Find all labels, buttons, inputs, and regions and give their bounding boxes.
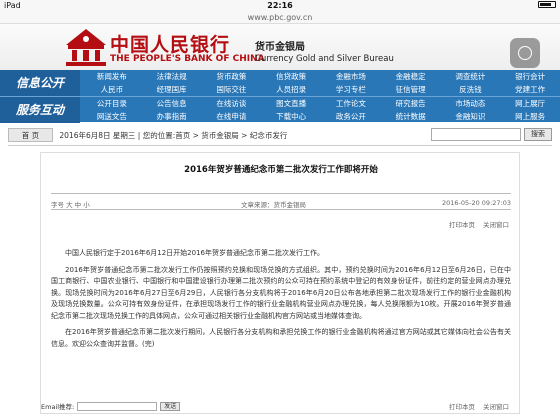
- nav-section-info[interactable]: 信息公开: [0, 70, 80, 96]
- nav-item[interactable]: 工作论文: [321, 97, 381, 110]
- nav-item[interactable]: 货币政策: [202, 70, 262, 83]
- nav-item[interactable]: 反洗钱: [441, 83, 501, 96]
- nav-item[interactable]: 市场动态: [441, 97, 501, 110]
- print-link-bottom[interactable]: 打印本页: [449, 401, 475, 411]
- article-tools-bottom: 打印本页 关闭窗口: [449, 401, 509, 411]
- nav-item[interactable]: 人员招录: [261, 83, 321, 96]
- article-date: 2016-05-20 09:27:03: [441, 199, 511, 207]
- paragraph: 在2016年贺岁普通纪念币第二批次发行期间，人民银行各分支机构和承担兑换工作的银…: [51, 328, 511, 348]
- divider: [51, 193, 511, 194]
- nav-item[interactable]: 在线访谈: [202, 97, 262, 110]
- bank-name-cn: 中国人民银行: [110, 34, 231, 56]
- article-panel: 2016年贺岁普通纪念币第二批次发行工作即将开始 字号 大 中 小 文章来源：货…: [40, 152, 520, 414]
- ios-status-bar: iPad 22:16: [0, 0, 560, 12]
- nav-item[interactable]: 金融市场: [321, 70, 381, 83]
- nav-grid-service: 公开目录 公告信息 在线访谈 图文直播 工作论文 研究报告 市场动态 网上展厅网送文告 办事指南…: [82, 97, 560, 123]
- main-nav: 信息公开 服务互动 新闻发布 法律法规 货币政策 信贷政策 金融市场 金融稳定 调查统计 银行…: [0, 70, 560, 123]
- battery-icon: [538, 1, 556, 8]
- nav-item[interactable]: 学习专栏: [321, 83, 381, 96]
- article-body: 中国人民银行定于2016年6月12日开始2016年贺岁普通纪念币第二批次发行工作…: [51, 248, 511, 355]
- divider: [51, 209, 511, 210]
- nav-item[interactable]: 金融知识: [441, 110, 501, 123]
- nav-item[interactable]: 在线申请: [202, 110, 262, 123]
- nav-item[interactable]: 网送文告: [82, 110, 142, 123]
- nav-section-service[interactable]: 服务互动: [0, 97, 80, 123]
- article-source: 文章来源：货币金银局: [241, 201, 306, 209]
- print-link[interactable]: 打印本页: [449, 219, 475, 229]
- font-size-controls[interactable]: 字号 大 中 小: [51, 199, 90, 209]
- paragraph: 中国人民银行定于2016年6月12日开始2016年贺岁普通纪念币第二批次发行工作…: [65, 249, 324, 257]
- bank-name-en: THE PEOPLE'S BANK OF CHINA: [110, 54, 265, 64]
- nav-item[interactable]: 统计数据: [381, 110, 441, 123]
- close-window-link[interactable]: 关闭窗口: [483, 219, 509, 229]
- nav-item[interactable]: 党建工作: [500, 83, 560, 96]
- article-title: 2016年贺岁普通纪念币第二批次发行工作即将开始: [184, 165, 378, 175]
- email-send-button[interactable]: 发送: [160, 401, 181, 411]
- email-input[interactable]: [77, 401, 158, 411]
- nav-item[interactable]: 公告信息: [142, 97, 202, 110]
- bureau-name-cn: 货币金银局: [255, 42, 305, 53]
- nav-item[interactable]: 法律法规: [142, 70, 202, 83]
- breadcrumb-path: 2016年6月8日 星期三 | 您的位置:首页 > 货币金银局 > 纪念币发行: [59, 131, 288, 140]
- nav-item[interactable]: 下载中心: [261, 110, 321, 123]
- nav-item[interactable]: 图文直播: [261, 97, 321, 110]
- nav-grid-info: 新闻发布 法律法规 货币政策 信贷政策 金融市场 金融稳定 调查统计 银行会计人民币 经理国库国…: [82, 70, 560, 96]
- bureau-name-en: Currency Gold and Silver Bureau: [255, 54, 394, 64]
- close-window-link-bottom[interactable]: 关闭窗口: [483, 401, 509, 411]
- nav-item[interactable]: 人民币: [82, 83, 142, 96]
- clock: 22:16: [267, 1, 293, 10]
- search-input[interactable]: [431, 128, 521, 141]
- nav-item[interactable]: 网上展厅: [500, 97, 560, 110]
- nav-item[interactable]: 国际交往: [202, 83, 262, 96]
- url-bar[interactable]: www.pbc.gov.cn: [0, 12, 560, 24]
- nav-item[interactable]: 公开目录: [82, 97, 142, 110]
- nav-item[interactable]: 研究报告: [381, 97, 441, 110]
- divider: [8, 145, 552, 146]
- nav-item[interactable]: 新闻发布: [82, 70, 142, 83]
- home-tab[interactable]: 首 页: [8, 128, 53, 142]
- nav-item[interactable]: 经理国库: [142, 83, 202, 96]
- nav-item[interactable]: 办事指南: [142, 110, 202, 123]
- search-button[interactable]: 搜索: [524, 128, 552, 141]
- bank-logo-icon: [66, 29, 106, 66]
- article-tools: 打印本页 关闭窗口: [449, 219, 509, 229]
- nav-item[interactable]: 金融稳定: [381, 70, 441, 83]
- nav-item[interactable]: 调查统计: [441, 70, 501, 83]
- nav-item[interactable]: 银行会计: [500, 70, 560, 83]
- breadcrumb: 首 页 2016年6月8日 星期三 | 您的位置:首页 > 货币金银局 > 纪念…: [8, 128, 552, 142]
- paragraph: 2016年贺岁普通纪念币第二批次发行工作仍按照预约兑换和现场兑换的方式组织。其中…: [51, 265, 511, 320]
- search-area: 搜索: [431, 128, 552, 141]
- nav-item[interactable]: 征信管理: [381, 83, 441, 96]
- nav-item[interactable]: 政务公开: [321, 110, 381, 123]
- assistive-touch-button[interactable]: [510, 38, 540, 68]
- email-label: Email推荐:: [41, 403, 75, 411]
- nav-item[interactable]: 网上服务: [500, 110, 560, 123]
- nav-item[interactable]: 信贷政策: [261, 70, 321, 83]
- site-header: 中国人民银行 THE PEOPLE'S BANK OF CHINA 货币金银局 …: [0, 24, 560, 70]
- battery-area: [538, 1, 556, 8]
